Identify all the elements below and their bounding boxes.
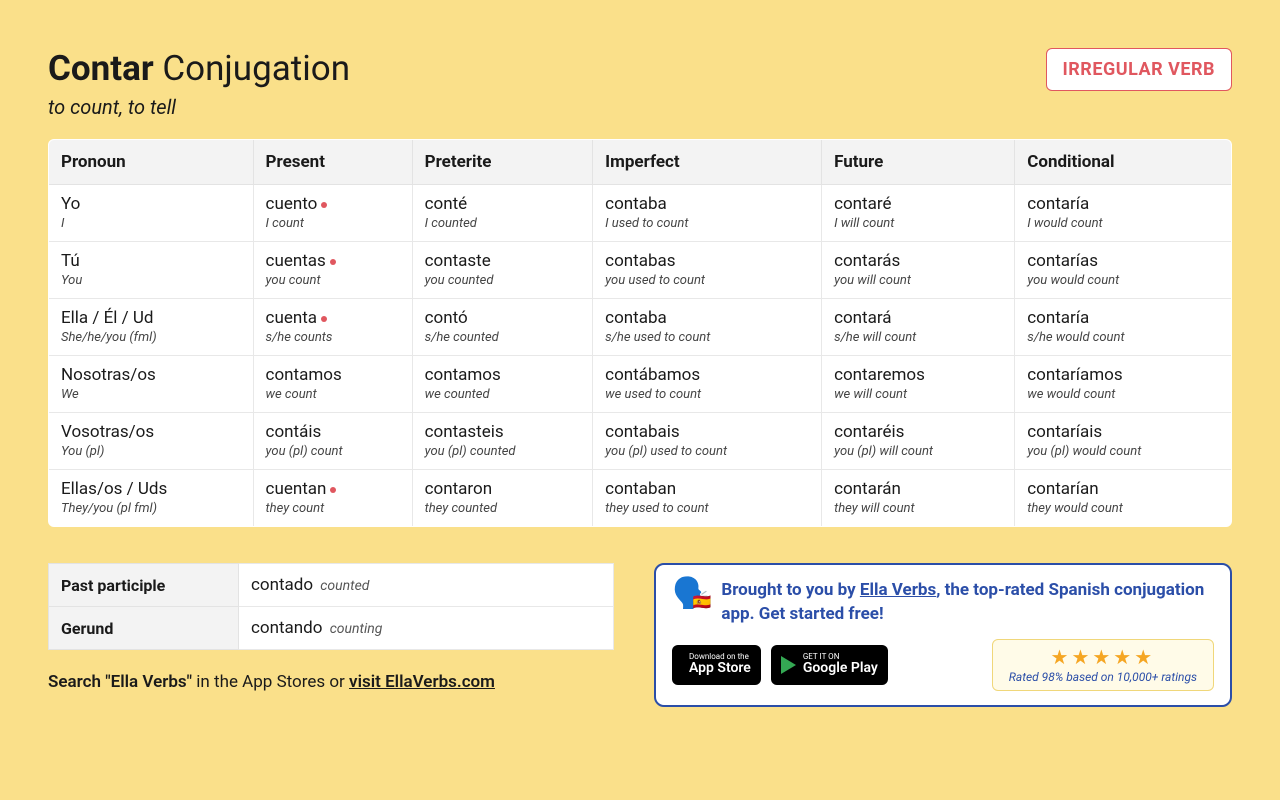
future-cell: contaréI will count — [822, 185, 1015, 242]
table-row: Ellas/os / UdsThey/you (pl fml)cuentanth… — [49, 470, 1232, 527]
conditional-cell: contaríaisyou (pl) would count — [1015, 413, 1232, 470]
column-header: Pronoun — [49, 140, 254, 185]
irregular-dot-icon — [330, 259, 336, 265]
table-row: TúYoucuentasyou countcontasteyou counted… — [49, 242, 1232, 299]
imperfect-cell: contabaI used to count — [593, 185, 822, 242]
ella-verbs-link[interactable]: Ella Verbs — [860, 580, 936, 600]
column-header: Future — [822, 140, 1015, 185]
future-cell: contaremoswe will count — [822, 356, 1015, 413]
table-row: Nosotras/osWecontamoswe countcontamoswe … — [49, 356, 1232, 413]
participle-table: Past participlecontado countedGerundcont… — [48, 563, 614, 650]
verb-translation: to count, to tell — [48, 95, 350, 119]
present-cell: cuentanthey count — [253, 470, 412, 527]
irregular-badge: IRREGULAR VERB — [1046, 48, 1233, 91]
preterite-cell: contasteisyou (pl) counted — [412, 413, 593, 470]
pronoun-cell: Vosotras/osYou (pl) — [49, 413, 254, 470]
future-cell: contarásyou will count — [822, 242, 1015, 299]
pronoun-cell: YoI — [49, 185, 254, 242]
search-hint: Search "Ella Verbs" in the App Stores or… — [48, 672, 614, 692]
column-header: Conditional — [1015, 140, 1232, 185]
conditional-cell: contarías/he would count — [1015, 299, 1232, 356]
pronoun-cell: Ella / Él / UdShe/he/you (fml) — [49, 299, 254, 356]
preterite-cell: contéI counted — [412, 185, 593, 242]
irregular-dot-icon — [321, 316, 327, 322]
imperfect-cell: contabas/he used to count — [593, 299, 822, 356]
participle-value: contando counting — [239, 607, 614, 650]
play-icon — [781, 656, 796, 674]
present-cell: contáisyou (pl) count — [253, 413, 412, 470]
column-header: Imperfect — [593, 140, 822, 185]
present-cell: cuentas/he counts — [253, 299, 412, 356]
pronoun-cell: TúYou — [49, 242, 254, 299]
preterite-cell: contós/he counted — [412, 299, 593, 356]
preterite-cell: contasteyou counted — [412, 242, 593, 299]
future-cell: contaréisyou (pl) will count — [822, 413, 1015, 470]
future-cell: contarás/he will count — [822, 299, 1015, 356]
preterite-cell: contaronthey counted — [412, 470, 593, 527]
google-play-button[interactable]: GET IT ON Google Play — [771, 645, 888, 685]
column-header: Present — [253, 140, 412, 185]
irregular-dot-icon — [321, 202, 327, 208]
future-cell: contaránthey will count — [822, 470, 1015, 527]
conditional-cell: contaríanthey would count — [1015, 470, 1232, 527]
pronoun-cell: Nosotras/osWe — [49, 356, 254, 413]
present-cell: cuentasyou count — [253, 242, 412, 299]
participle-row: Gerundcontando counting — [49, 607, 614, 650]
column-header: Preterite — [412, 140, 593, 185]
participle-label: Past participle — [49, 564, 239, 607]
participle-row: Past participlecontado counted — [49, 564, 614, 607]
participle-value: contado counted — [239, 564, 614, 607]
table-row: YoIcuentoI countcontéI countedcontabaI u… — [49, 185, 1232, 242]
visit-link[interactable]: visit EllaVerbs.com — [349, 672, 495, 692]
imperfect-cell: contábamoswe used to count — [593, 356, 822, 413]
preterite-cell: contamoswe counted — [412, 356, 593, 413]
table-row: Vosotras/osYou (pl)contáisyou (pl) count… — [49, 413, 1232, 470]
rating-box: ★★★★★ Rated 98% based on 10,000+ ratings — [992, 639, 1214, 691]
conditional-cell: contaríaI would count — [1015, 185, 1232, 242]
page-title: Contar Conjugation — [48, 48, 350, 89]
table-row: Ella / Él / UdShe/he/you (fml)cuentas/he… — [49, 299, 1232, 356]
app-store-button[interactable]: Download on the App Store — [672, 645, 761, 685]
imperfect-cell: contabanthey used to count — [593, 470, 822, 527]
pronoun-cell: Ellas/os / UdsThey/you (pl fml) — [49, 470, 254, 527]
conditional-cell: contaríamoswe would count — [1015, 356, 1232, 413]
imperfect-cell: contabaisyou (pl) used to count — [593, 413, 822, 470]
present-cell: cuentoI count — [253, 185, 412, 242]
participle-label: Gerund — [49, 607, 239, 650]
promo-box: 🗣️🇪🇸 Brought to you by Ella Verbs, the t… — [654, 563, 1232, 707]
promo-icon: 🗣️🇪🇸 — [672, 579, 709, 609]
star-icons: ★★★★★ — [1009, 645, 1197, 669]
conditional-cell: contaríasyou would count — [1015, 242, 1232, 299]
conjugation-table: PronounPresentPreteriteImperfectFutureCo… — [48, 139, 1232, 527]
promo-text: Brought to you by Ella Verbs, the top-ra… — [721, 579, 1214, 627]
present-cell: contamoswe count — [253, 356, 412, 413]
imperfect-cell: contabasyou used to count — [593, 242, 822, 299]
irregular-dot-icon — [330, 487, 336, 493]
